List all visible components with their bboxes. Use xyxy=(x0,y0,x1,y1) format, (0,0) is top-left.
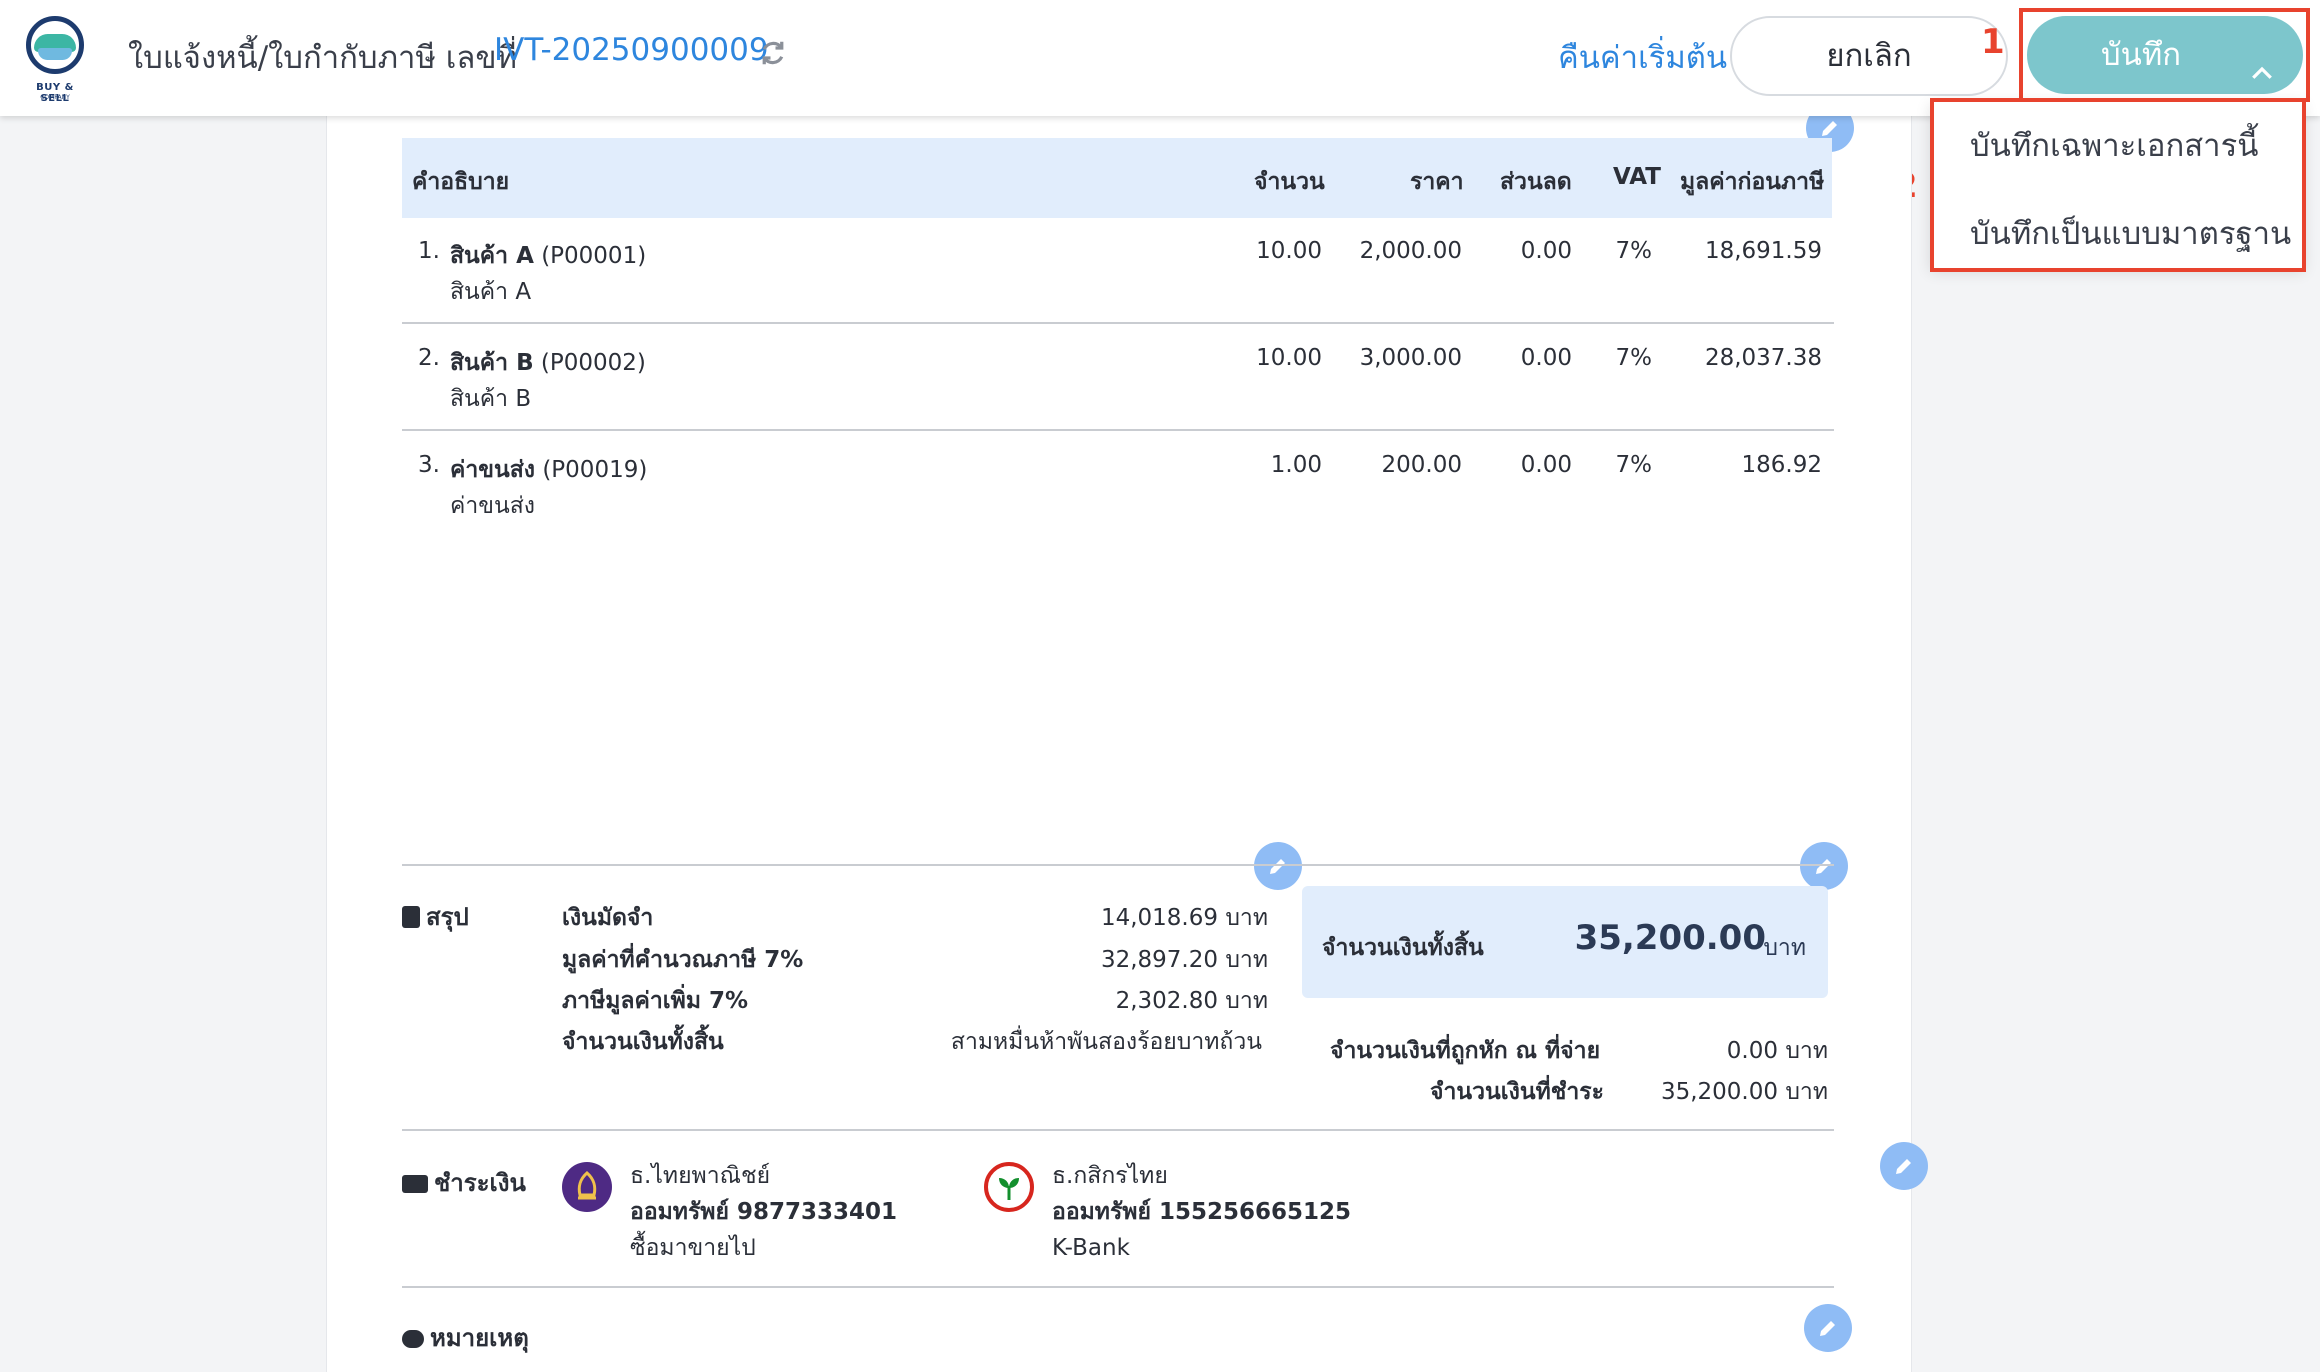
scb-bank-logo xyxy=(562,1162,612,1212)
item-price: 200.00 xyxy=(1381,452,1462,478)
withholding-label: จำนวนเงินที่ถูกหัก ณ ที่จ่าย xyxy=(1330,1038,1601,1064)
item-price: 2,000.00 xyxy=(1359,238,1462,264)
kbank-logo xyxy=(984,1162,1034,1212)
header-price: ราคา xyxy=(1410,169,1464,195)
reset-defaults-button[interactable]: คืนค่าเริ่มต้น xyxy=(1558,32,1727,82)
item-name: สินค้า B (P00002) xyxy=(450,350,646,376)
refresh-icon[interactable] xyxy=(758,38,788,68)
cancel-button[interactable]: ยกเลิก xyxy=(1730,16,2008,96)
item-description: ค่าขนส่ง xyxy=(450,493,536,519)
cash-icon xyxy=(402,1175,428,1193)
payment-divider xyxy=(402,1129,1834,1131)
header-vat: VAT xyxy=(1613,164,1661,190)
item-description: สินค้า A xyxy=(450,279,532,305)
row-divider xyxy=(402,322,1834,324)
grand-total-unit: บาท xyxy=(1763,935,1806,961)
kbank-details: ธ.กสิกรไทย ออมทรัพย์ 155256665125 K-Bank xyxy=(1052,1158,1351,1266)
logo-subtext: COMPANY xyxy=(40,94,70,101)
item-discount: 0.00 xyxy=(1520,345,1572,371)
payable-value: 35,200.00 บาท xyxy=(1660,1079,1828,1105)
item-discount: 0.00 xyxy=(1520,238,1572,264)
summary-section-title: สรุป xyxy=(402,897,469,936)
taxable-amount-label: มูลค่าที่คำนวณภาษี 7% xyxy=(562,947,804,973)
comment-icon xyxy=(402,1330,424,1348)
remarks-section-title: หมายเหตุ xyxy=(402,1318,529,1357)
item-vat: 7% xyxy=(1615,345,1653,371)
item-vat: 7% xyxy=(1615,238,1653,264)
row-number: 3. xyxy=(418,452,440,478)
header-description: คำอธิบาย xyxy=(412,169,510,195)
chevron-up-icon xyxy=(2247,40,2277,79)
edit-summary-icon[interactable] xyxy=(1254,842,1302,890)
annotation-highlight-menu xyxy=(1930,98,2306,272)
scb-bank-details: ธ.ไทยพาณิชย์ ออมทรัพย์ 9877333401 ซื้อมา… xyxy=(630,1158,897,1266)
bank-account-holder: K-Bank xyxy=(1052,1235,1130,1261)
item-quantity: 1.00 xyxy=(1270,452,1322,478)
item-price: 3,000.00 xyxy=(1359,345,1462,371)
item-discount: 0.00 xyxy=(1520,452,1572,478)
total-in-words: สามหมื่นห้าพันสองร้อยบาทถ้วน xyxy=(950,1029,1262,1055)
item-pretax: 186.92 xyxy=(1741,452,1822,478)
document-number: IVT-20250900009 xyxy=(494,32,769,68)
bank-name: ธ.ไทยพาณิชย์ xyxy=(630,1163,771,1189)
items-table-header: คำอธิบาย จำนวน ราคา ส่วนลด VAT มูลค่าก่อ… xyxy=(402,138,1832,218)
bank-account: ออมทรัพย์ 155256665125 xyxy=(1052,1199,1351,1225)
total-words-label: จำนวนเงินทั้งสิ้น xyxy=(562,1029,724,1055)
header-quantity: จำนวน xyxy=(1254,169,1325,195)
company-logo: BUY & SELL COMPANY xyxy=(20,12,90,104)
grand-total-label: จำนวนเงินทั้งสิ้น xyxy=(1322,935,1484,961)
edit-remarks-icon[interactable] xyxy=(1804,1304,1852,1352)
grand-total-box: จำนวนเงินทั้งสิ้น 35,200.00 บาท xyxy=(1302,886,1828,998)
bank-account: ออมทรัพย์ 9877333401 xyxy=(630,1199,897,1225)
item-pretax: 28,037.38 xyxy=(1704,345,1822,371)
taxable-amount-value: 32,897.20 บาท xyxy=(1100,947,1268,973)
vat-amount-label: ภาษีมูลค่าเพิ่ม 7% xyxy=(562,988,749,1014)
annotation-step-1: 1 xyxy=(1981,22,2005,62)
vat-amount-value: 2,302.80 บาท xyxy=(1115,988,1268,1014)
item-quantity: 10.00 xyxy=(1256,238,1322,264)
clipboard-icon xyxy=(402,906,420,928)
row-number: 2. xyxy=(418,345,440,371)
bank-account-holder: ซื้อมาขายไป xyxy=(630,1235,756,1261)
item-description: สินค้า B xyxy=(450,386,532,412)
summary-divider xyxy=(402,864,1834,866)
item-name: ค่าขนส่ง (P00019) xyxy=(450,457,648,483)
row-number: 1. xyxy=(418,238,440,264)
header-pretax: มูลค่าก่อนภาษี xyxy=(1680,169,1825,195)
row-divider xyxy=(402,429,1834,431)
withholding-value: 0.00 บาท xyxy=(1726,1038,1828,1064)
edit-payment-icon[interactable] xyxy=(1880,1142,1928,1190)
deposit-value: 14,018.69 บาท xyxy=(1100,905,1268,931)
payable-label: จำนวนเงินที่ชำระ xyxy=(1430,1079,1604,1105)
document-title: ใบแจ้งหนี้/ใบกำกับภาษี เลขที่ xyxy=(128,40,517,76)
save-button-label: บันทึก xyxy=(2101,37,2182,73)
save-button[interactable]: บันทึก xyxy=(2027,16,2303,94)
item-vat: 7% xyxy=(1615,452,1653,478)
grand-total-amount: 35,200.00 xyxy=(1574,918,1766,958)
edit-total-icon[interactable] xyxy=(1800,842,1848,890)
remarks-divider xyxy=(402,1286,1834,1288)
item-quantity: 10.00 xyxy=(1256,345,1322,371)
item-name: สินค้า A (P00001) xyxy=(450,243,647,269)
bank-name: ธ.กสิกรไทย xyxy=(1052,1163,1168,1189)
item-pretax: 18,691.59 xyxy=(1704,238,1822,264)
deposit-label: เงินมัดจำ xyxy=(562,905,654,931)
payment-section-title: ชำระเงิน xyxy=(402,1163,526,1202)
header-discount: ส่วนลด xyxy=(1500,169,1572,195)
